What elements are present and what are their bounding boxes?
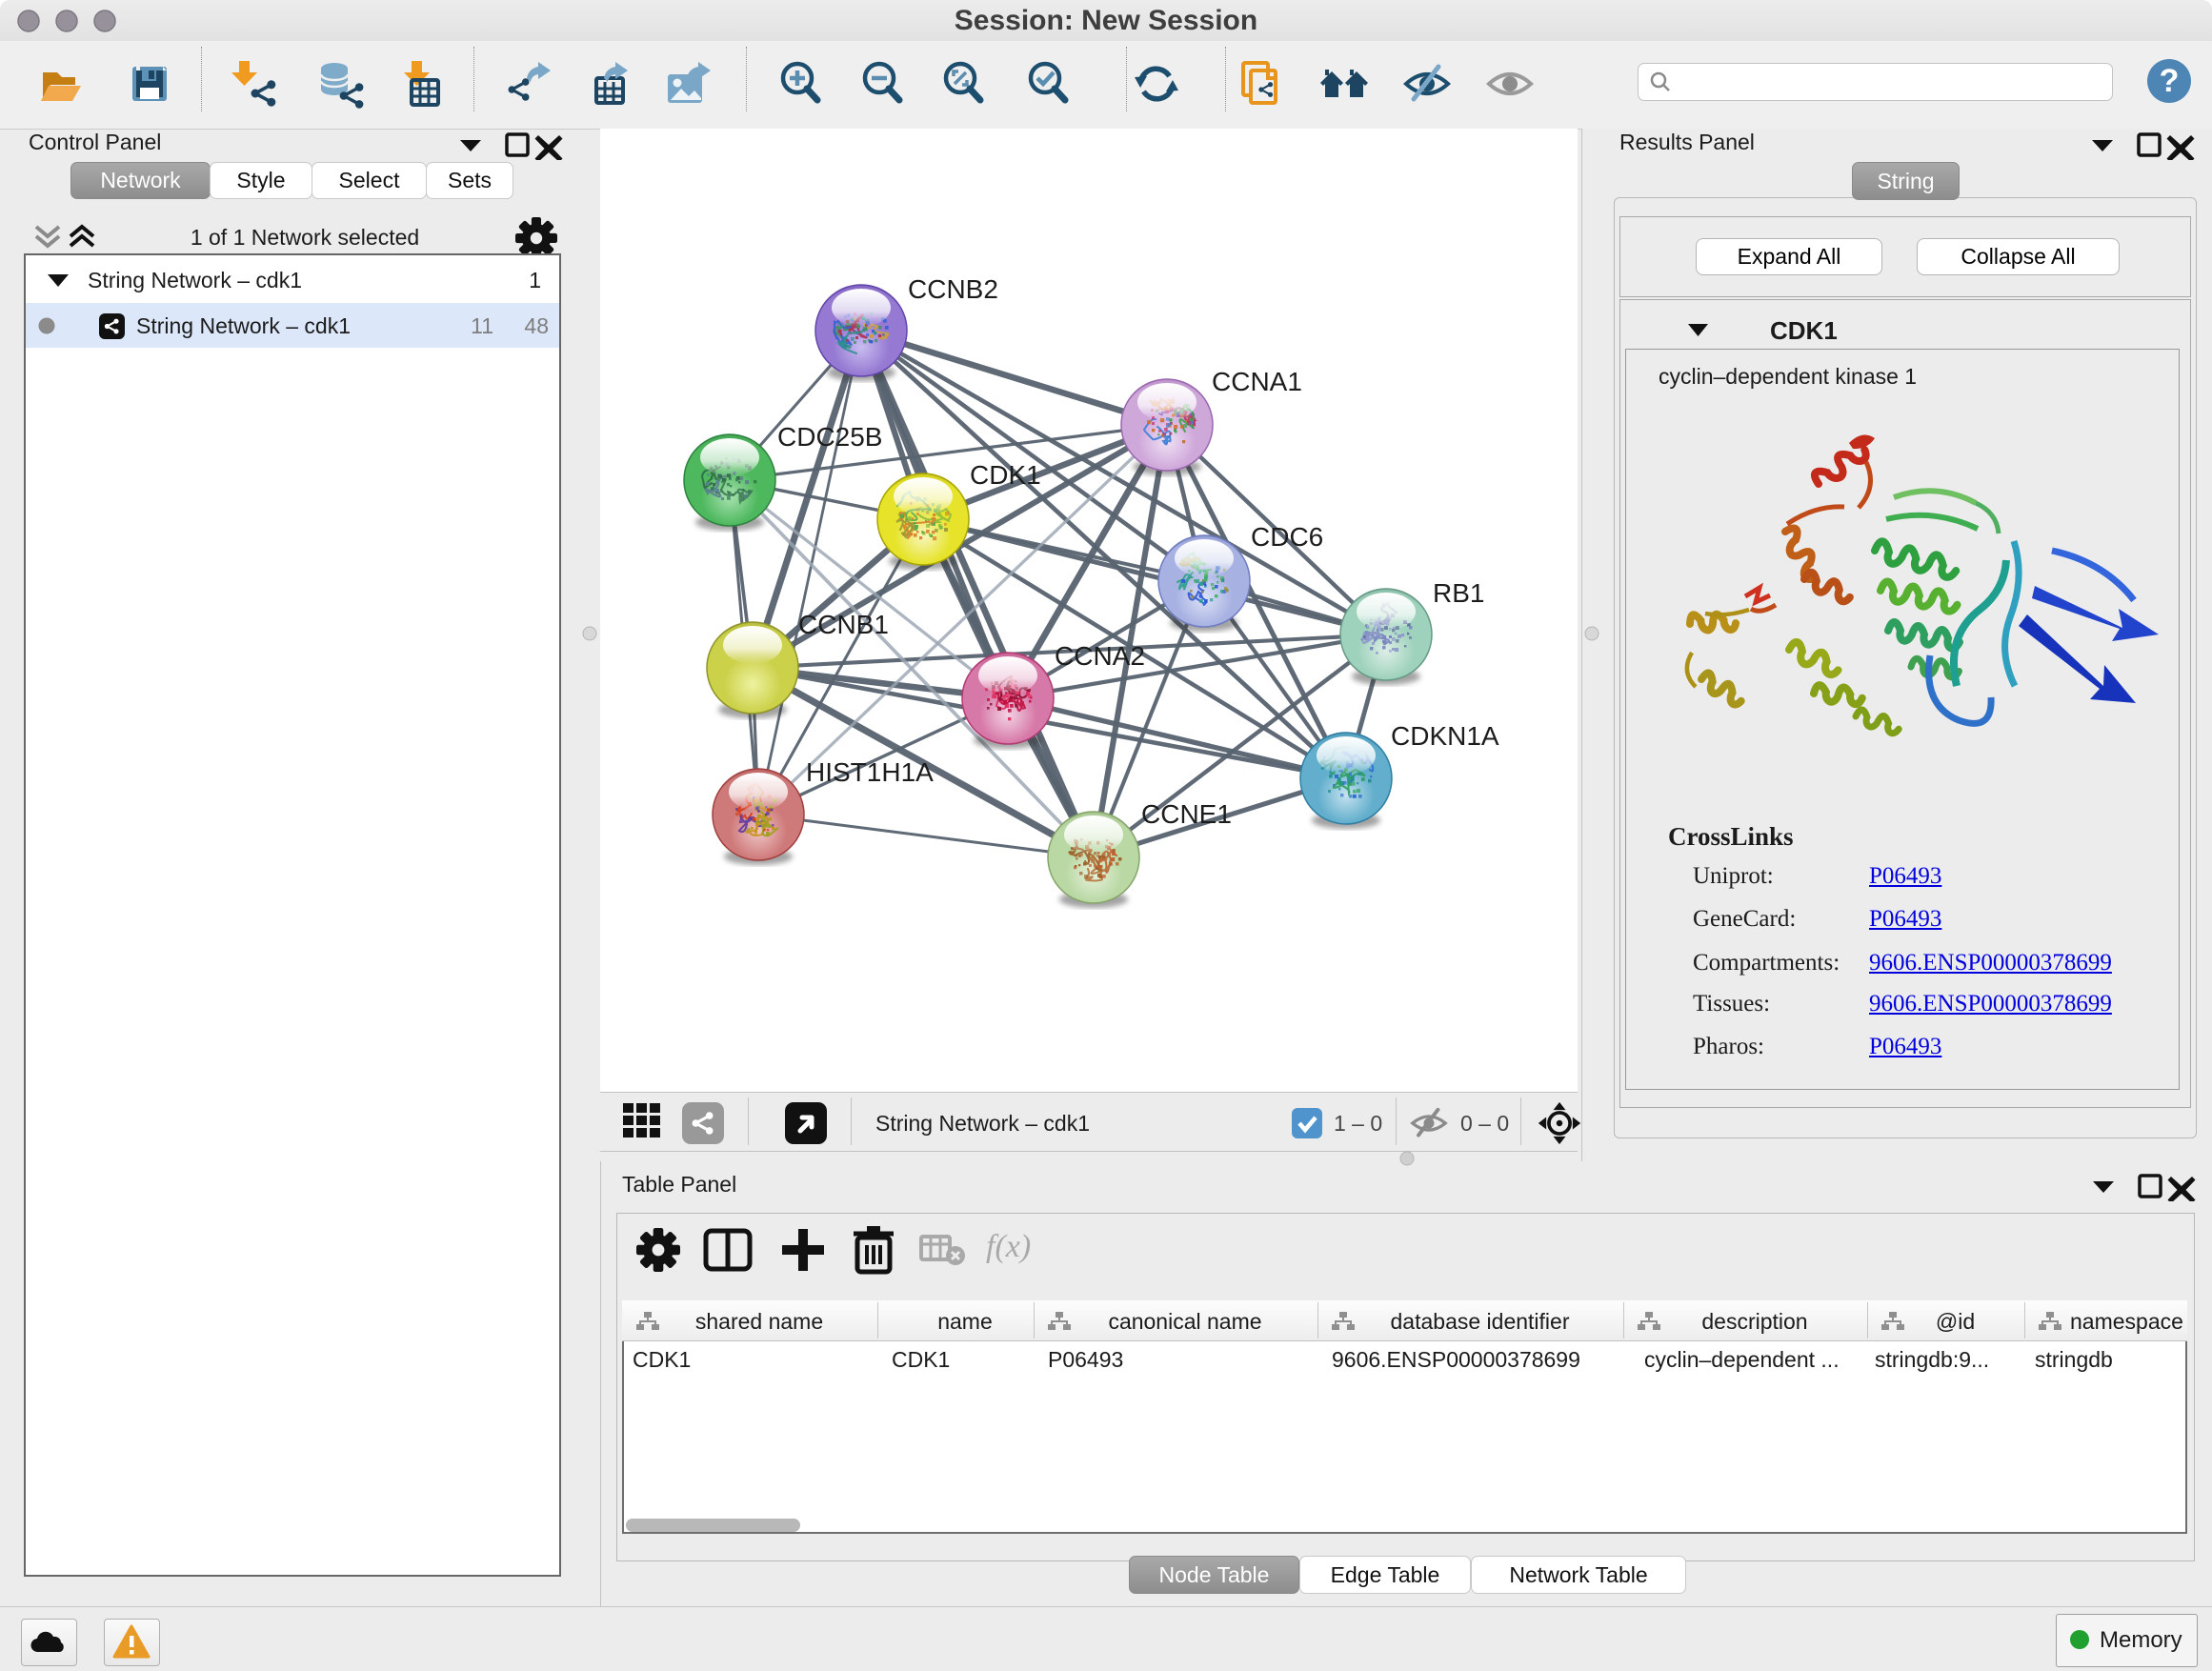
svg-text:CDC6: CDC6: [1251, 522, 1323, 552]
svg-text:CCNE1: CCNE1: [1141, 799, 1232, 829]
svg-text:CDC25B: CDC25B: [777, 422, 882, 452]
svg-text:CDKN1A: CDKN1A: [1391, 721, 1499, 751]
svg-text:CDK1: CDK1: [970, 460, 1041, 490]
svg-text:CCNA2: CCNA2: [1055, 641, 1145, 671]
svg-text:CCNB2: CCNB2: [908, 274, 998, 304]
svg-text:RB1: RB1: [1433, 578, 1484, 608]
svg-text:HIST1H1A: HIST1H1A: [806, 757, 934, 787]
svg-text:CCNA1: CCNA1: [1212, 367, 1302, 396]
svg-text:CCNB1: CCNB1: [798, 610, 889, 639]
